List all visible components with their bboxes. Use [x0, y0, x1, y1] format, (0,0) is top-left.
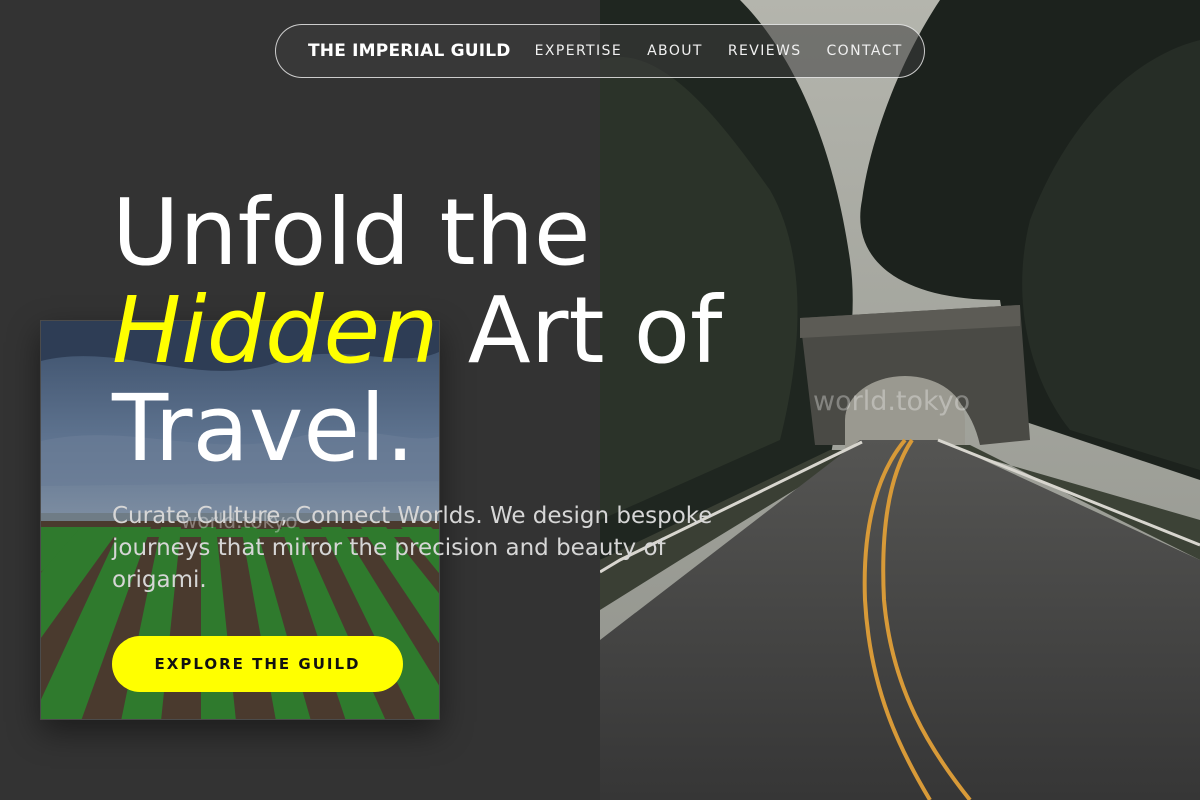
nav-link-reviews[interactable]: REVIEWS	[728, 43, 802, 59]
photo-watermark: world.tokyo	[813, 386, 971, 417]
hero-headline: Unfold the Hidden Art of Travel.	[112, 184, 832, 478]
headline-line-1: Unfold the	[112, 179, 591, 286]
headline-line-3: Travel.	[112, 375, 415, 482]
nav-link-expertise[interactable]: EXPERTISE	[535, 43, 622, 59]
brand-logo-text[interactable]: THE IMPERIAL GUILD	[308, 41, 511, 61]
top-navbar: THE IMPERIAL GUILD EXPERTISE ABOUT REVIE…	[275, 24, 925, 78]
nav-link-about[interactable]: ABOUT	[647, 43, 703, 59]
explore-guild-button[interactable]: EXPLORE THE GUILD	[112, 636, 403, 692]
hero-subtitle: Curate Culture, Connect Worlds. We desig…	[112, 503, 713, 593]
headline-line-2-rest: Art of	[438, 277, 723, 384]
nav-link-contact[interactable]: CONTACT	[827, 43, 903, 59]
nav-links: EXPERTISE ABOUT REVIEWS CONTACT	[535, 43, 903, 59]
headline-accent: Hidden	[112, 277, 439, 384]
